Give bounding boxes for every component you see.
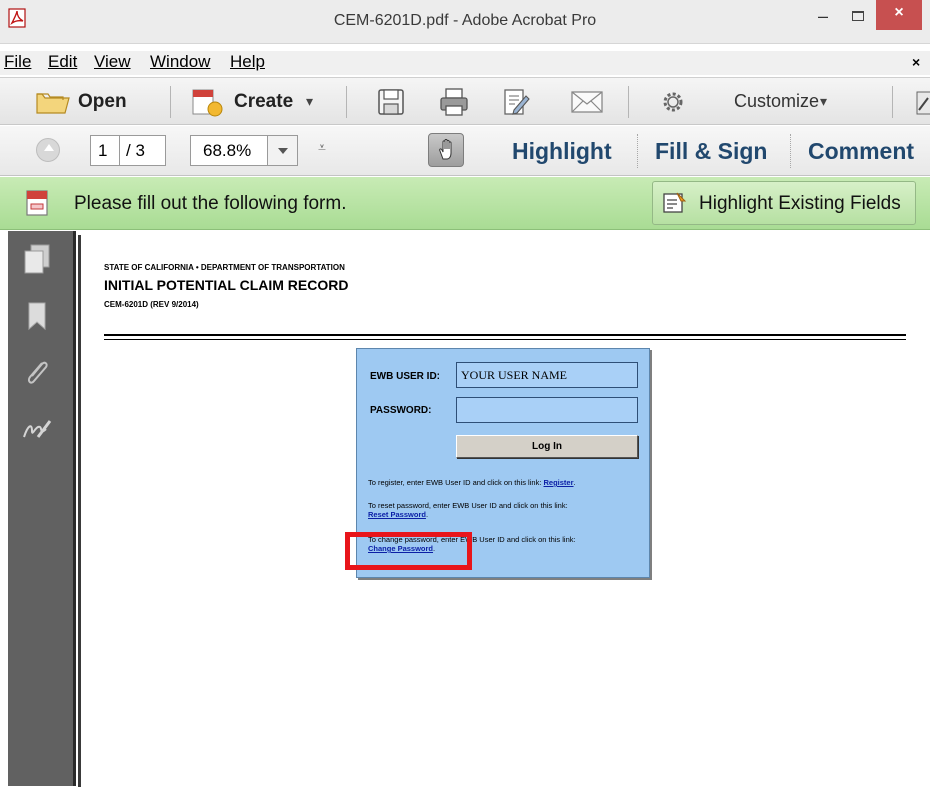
menu-view-label: View	[94, 52, 131, 71]
zoom-value[interactable]: 68.8%	[203, 141, 251, 161]
folder-icon	[36, 93, 70, 114]
signatures-icon[interactable]	[20, 411, 54, 445]
annotation-highlight-box	[345, 532, 472, 570]
customize-label: Customize	[734, 91, 820, 111]
window-title: CEM-6201D.pdf - Adobe Acrobat Pro	[333, 12, 597, 29]
form-message: Please fill out the following form.	[74, 193, 347, 214]
email-icon[interactable]	[570, 89, 604, 115]
zoom-dropdown-button[interactable]	[267, 136, 297, 165]
bookmarks-icon[interactable]	[20, 299, 54, 333]
password-label: PASSWORD:	[370, 405, 432, 416]
save-icon[interactable]	[376, 87, 406, 117]
highlight-pane-button[interactable]: Highlight	[512, 138, 612, 165]
print-icon[interactable]	[438, 86, 470, 118]
menu-bar: File Edit View Window Help ×	[0, 51, 930, 75]
register-instructions: To register, enter EWB User ID and click…	[368, 478, 576, 487]
tool-icon-clipped[interactable]	[916, 90, 930, 116]
customize-button[interactable]: Customize ▾	[734, 90, 874, 116]
title-bar: CEM-6201D.pdf - Adobe Acrobat Pro – ×	[0, 0, 930, 44]
user-id-value: YOUR USER NAME	[461, 368, 568, 382]
hand-tool-button[interactable]	[428, 133, 464, 167]
page-field-divider	[119, 136, 120, 165]
menu-edit[interactable]: Edit	[48, 52, 77, 72]
hand-icon	[439, 139, 452, 160]
page-number-field[interactable]: 1 / 3	[90, 135, 166, 166]
create-label: Create	[234, 91, 294, 112]
current-page-number[interactable]: 1	[98, 141, 107, 161]
create-button[interactable]: Create ▾	[190, 84, 330, 120]
edit-document-icon[interactable]	[500, 86, 532, 118]
menu-file[interactable]: File	[4, 52, 31, 72]
form-code: CEM-6201D (REV 9/2014)	[104, 300, 199, 309]
menu-help[interactable]: Help	[230, 52, 265, 72]
reset-period: .	[425, 510, 429, 519]
reset-instructions: To reset password, enter EWB User ID and…	[368, 501, 568, 519]
zoom-select[interactable]: 68.8%	[190, 135, 298, 166]
login-button[interactable]: Log In	[456, 435, 638, 458]
highlight-existing-fields-label: Highlight Existing Fields	[699, 193, 901, 214]
toolbar-separator	[170, 86, 171, 118]
comment-pane-button[interactable]: Comment	[808, 138, 914, 165]
minimize-button[interactable]: –	[808, 6, 838, 30]
attachments-paperclip-icon[interactable]	[20, 355, 54, 389]
form-notification-bar: Please fill out the following form. High…	[0, 177, 930, 230]
reset-password-link[interactable]: Reset Password	[368, 510, 426, 519]
document-close-button[interactable]: ×	[912, 54, 920, 70]
acrobat-window: CEM-6201D.pdf - Adobe Acrobat Pro – × Fi…	[0, 0, 930, 787]
maximize-icon	[852, 11, 864, 21]
highlight-existing-fields-button[interactable]: Highlight Existing Fields	[652, 181, 916, 225]
pane-separator	[637, 134, 638, 168]
pane-separator	[790, 134, 791, 168]
settings-gear-icon[interactable]	[660, 89, 686, 115]
total-pages: / 3	[126, 141, 145, 160]
user-id-label: EWB USER ID:	[370, 371, 440, 382]
create-pdf-icon	[192, 89, 223, 117]
toolbar-separator	[892, 86, 893, 118]
menu-help-label: Help	[230, 52, 265, 71]
menu-window-label: Window	[150, 52, 211, 71]
toolbar-separator	[346, 86, 347, 118]
form-document-icon	[26, 190, 48, 216]
main-toolbar: Open Create ▾ Customize ▾	[0, 77, 930, 125]
register-text: To register, enter EWB User ID and click…	[368, 478, 542, 487]
navigation-toolbar: 1 / 3 68.8% ⩡ Highlight Fill & Sign Comm…	[0, 126, 930, 176]
register-period: .	[573, 478, 576, 487]
user-id-field[interactable]: YOUR USER NAME	[456, 362, 638, 388]
department-header: STATE OF CALIFORNIA • DEPARTMENT OF TRAN…	[104, 263, 345, 272]
header-rule	[104, 334, 906, 336]
toolbar-separator	[628, 86, 629, 118]
menu-file-label: File	[4, 52, 32, 71]
maximize-button[interactable]	[843, 6, 873, 30]
header-rule	[104, 339, 906, 340]
previous-page-button[interactable]	[36, 138, 60, 162]
password-field[interactable]	[456, 397, 638, 423]
reset-text: To reset password, enter EWB User ID and…	[368, 501, 568, 510]
close-window-button[interactable]: ×	[876, 0, 922, 30]
more-tools-dropdown-icon[interactable]: ⩡	[318, 139, 326, 156]
highlight-fields-icon	[663, 192, 687, 213]
menu-edit-label: Edit	[48, 52, 78, 71]
open-label: Open	[78, 91, 127, 112]
left-navigation-pane	[8, 231, 76, 786]
document-title: INITIAL POTENTIAL CLAIM RECORD	[104, 277, 349, 293]
open-button[interactable]: Open	[36, 86, 156, 118]
customize-dropdown-arrow: ▾	[820, 93, 828, 109]
create-dropdown-arrow: ▾	[306, 93, 314, 109]
register-link[interactable]: Register	[544, 478, 574, 487]
menu-window[interactable]: Window	[150, 52, 210, 72]
page-thumbnails-icon[interactable]	[20, 243, 54, 277]
fill-sign-pane-button[interactable]: Fill & Sign	[655, 138, 767, 165]
menu-view[interactable]: View	[94, 52, 131, 72]
